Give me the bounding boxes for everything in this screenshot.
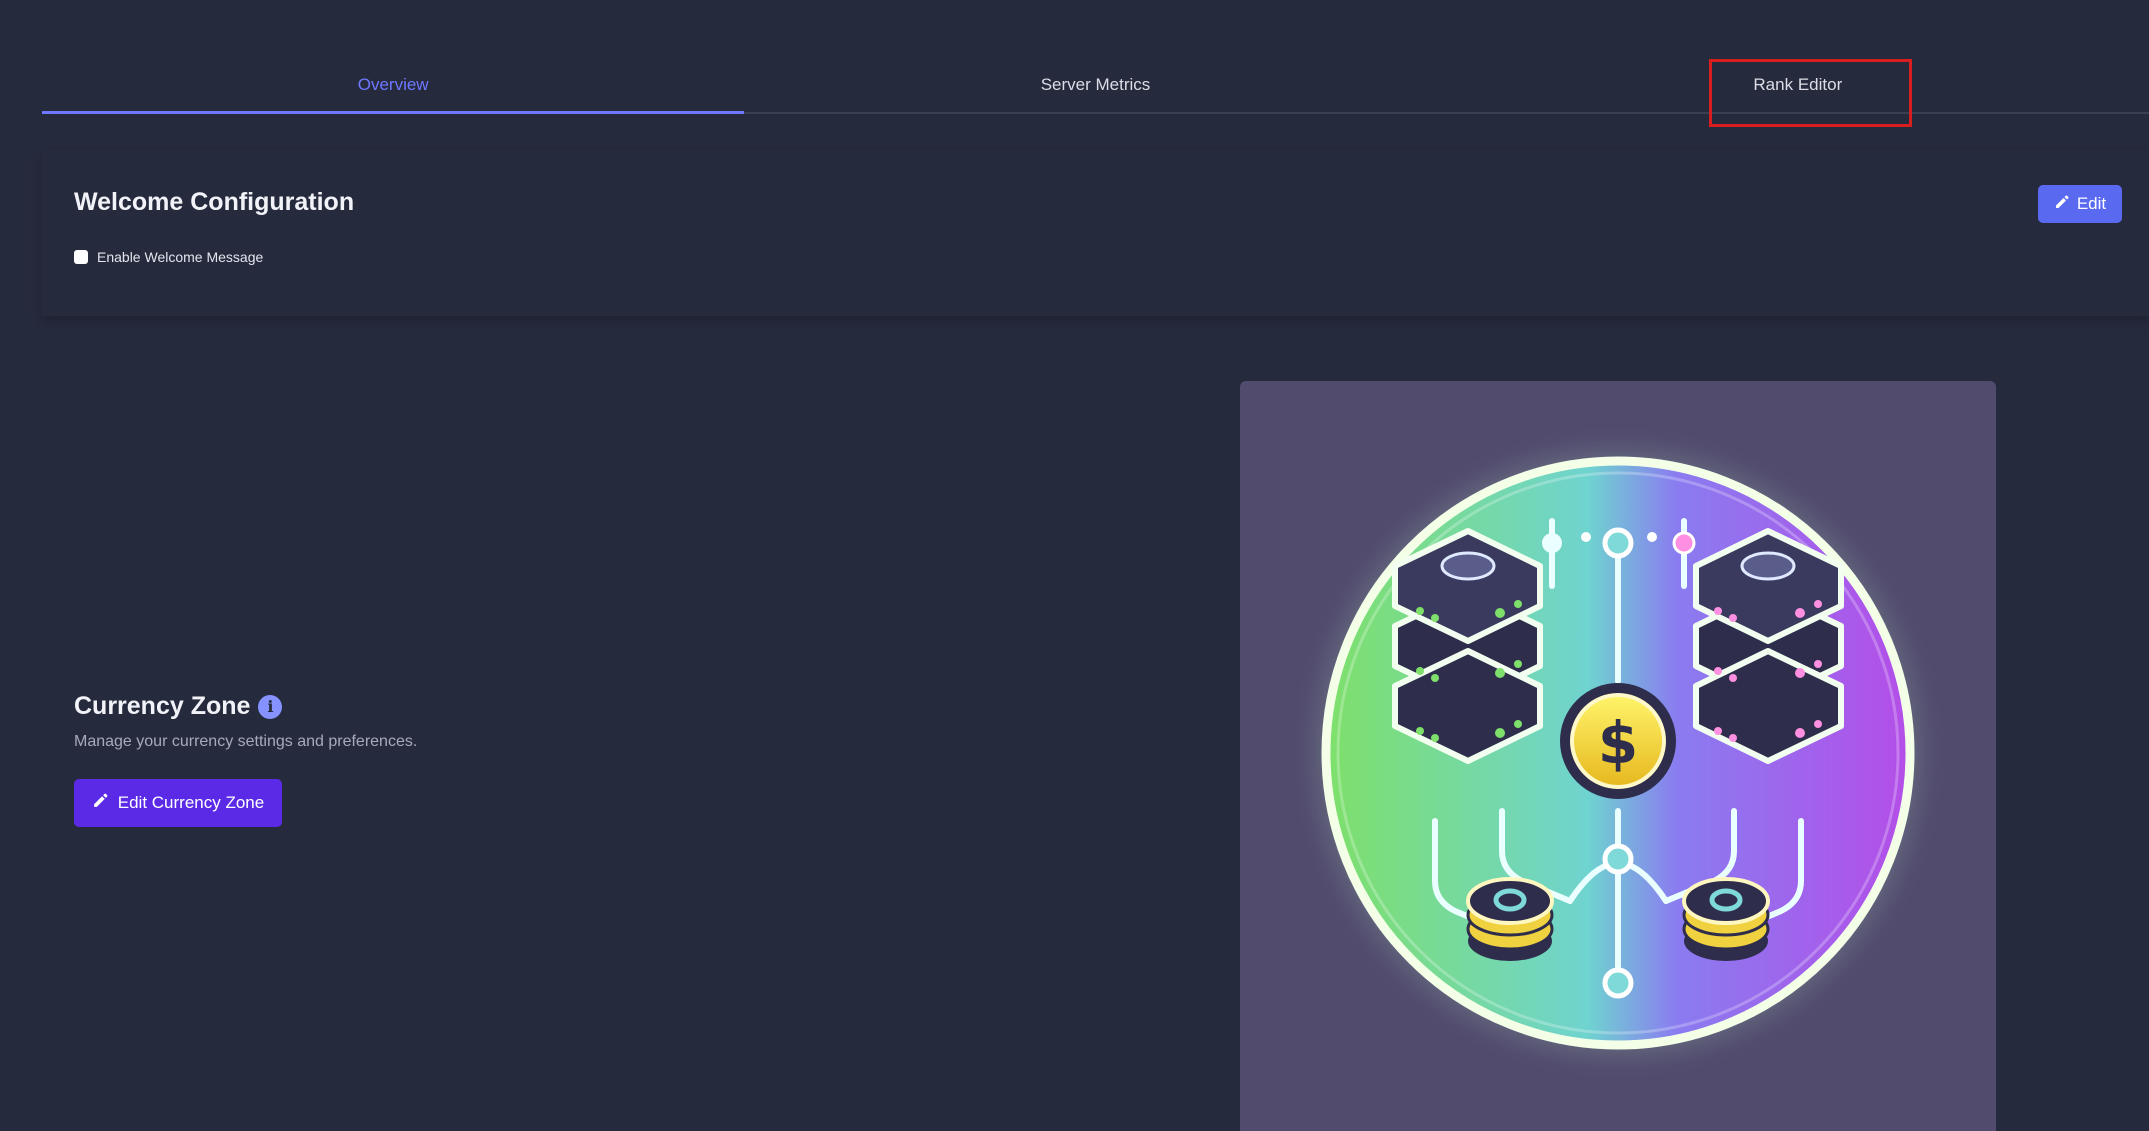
welcome-edit-button[interactable]: Edit	[2038, 185, 2122, 223]
tab-bar: Overview Server Metrics Rank Editor	[42, 58, 2149, 114]
svg-text:$: $	[1598, 709, 1638, 777]
pencil-icon	[2054, 194, 2070, 215]
edit-currency-zone-label: Edit Currency Zone	[117, 793, 265, 812]
info-icon[interactable]: i	[258, 694, 283, 719]
welcome-message-toggle-row[interactable]: Enable Welcome Message	[74, 249, 263, 265]
welcome-configuration-card: Welcome Configuration Edit Enable Welcom…	[42, 150, 2149, 316]
currency-zone-heading: Currency Zone i	[74, 692, 283, 721]
pencil-icon	[92, 792, 109, 814]
enable-welcome-label: Enable Welcome Message	[97, 249, 264, 265]
currency-zone-description: Manage your currency settings and prefer…	[74, 733, 418, 750]
tab-overview[interactable]: Overview	[42, 58, 745, 114]
enable-welcome-checkbox[interactable]	[74, 250, 88, 264]
tab-server-metrics[interactable]: Server Metrics	[744, 58, 1446, 112]
server-coin-emblem-icon: $	[1288, 423, 1948, 1083]
edit-button-label: Edit	[2076, 194, 2107, 213]
edit-currency-zone-button[interactable]: Edit Currency Zone	[74, 779, 282, 827]
currency-illustration: $	[1240, 381, 1996, 1131]
tab-rank-editor[interactable]: Rank Editor	[1447, 58, 2149, 112]
currency-zone-title: Currency Zone	[74, 692, 251, 720]
welcome-title: Welcome Configuration	[74, 188, 355, 216]
